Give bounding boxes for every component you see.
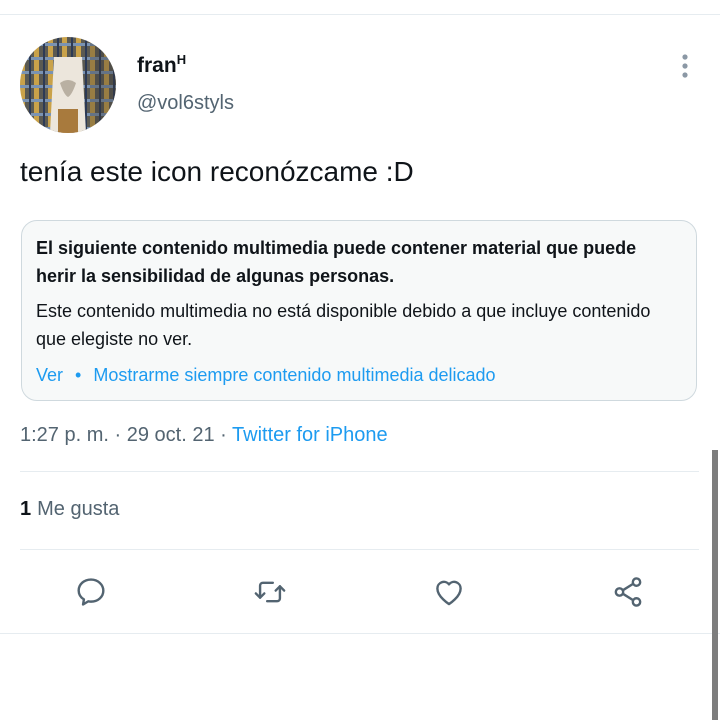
sensitive-media-warning: El siguiente contenido multimedia puede … — [21, 220, 697, 401]
top-divider — [0, 14, 720, 15]
always-show-sensitive-link[interactable]: Mostrarme siempre contenido multimedia d… — [93, 365, 495, 385]
share-button[interactable] — [608, 572, 648, 612]
meta-separator: · — [220, 424, 227, 446]
display-name[interactable]: franH — [137, 52, 186, 78]
display-name-text: fran — [137, 54, 177, 77]
reply-button[interactable] — [71, 572, 111, 612]
tweet-source-link[interactable]: Twitter for iPhone — [232, 424, 388, 446]
display-name-superscript: H — [176, 52, 187, 67]
likes-count: 1 — [20, 498, 32, 520]
more-vertical-icon — [682, 54, 688, 78]
retweet-button[interactable] — [250, 572, 290, 612]
like-button[interactable] — [429, 572, 469, 612]
warning-title: El siguiente contenido multimedia puede … — [36, 238, 637, 286]
tweet-metadata: 1:27 p. m. · 29 oct. 21 · Twitter for iP… — [20, 424, 388, 447]
meta-separator: · — [114, 424, 122, 446]
likes-label: Me gusta — [37, 498, 120, 520]
warning-separator: • — [75, 365, 82, 385]
heart-icon — [436, 580, 462, 606]
bottom-divider — [0, 633, 720, 634]
likes-summary[interactable]: 1 Me gusta — [20, 498, 119, 521]
warning-body: Este contenido multimedia no está dispon… — [36, 301, 651, 349]
speech-bubble-icon — [77, 578, 105, 606]
more-options-button[interactable] — [672, 52, 698, 80]
view-media-link[interactable]: Ver — [36, 365, 63, 385]
tweet-text: tenía este icon reconózcame :D — [20, 156, 414, 187]
share-nodes-icon — [614, 577, 642, 607]
divider — [20, 471, 699, 472]
warning-actions: Ver • Mostrarme siempre contenido multimed… — [36, 365, 496, 386]
divider — [20, 549, 699, 550]
user-handle[interactable]: @vol6styls — [137, 92, 234, 115]
scrollbar[interactable] — [712, 450, 718, 720]
avatar[interactable] — [20, 37, 116, 133]
retweet-arrows-icon — [254, 581, 286, 603]
avatar-image — [20, 37, 116, 133]
tweet-date[interactable]: 29 oct. 21 — [127, 424, 215, 446]
tweet-time[interactable]: 1:27 p. m. — [20, 424, 109, 446]
tweet-detail-view: franH @vol6styls tenía este icon reconóz… — [0, 0, 720, 720]
